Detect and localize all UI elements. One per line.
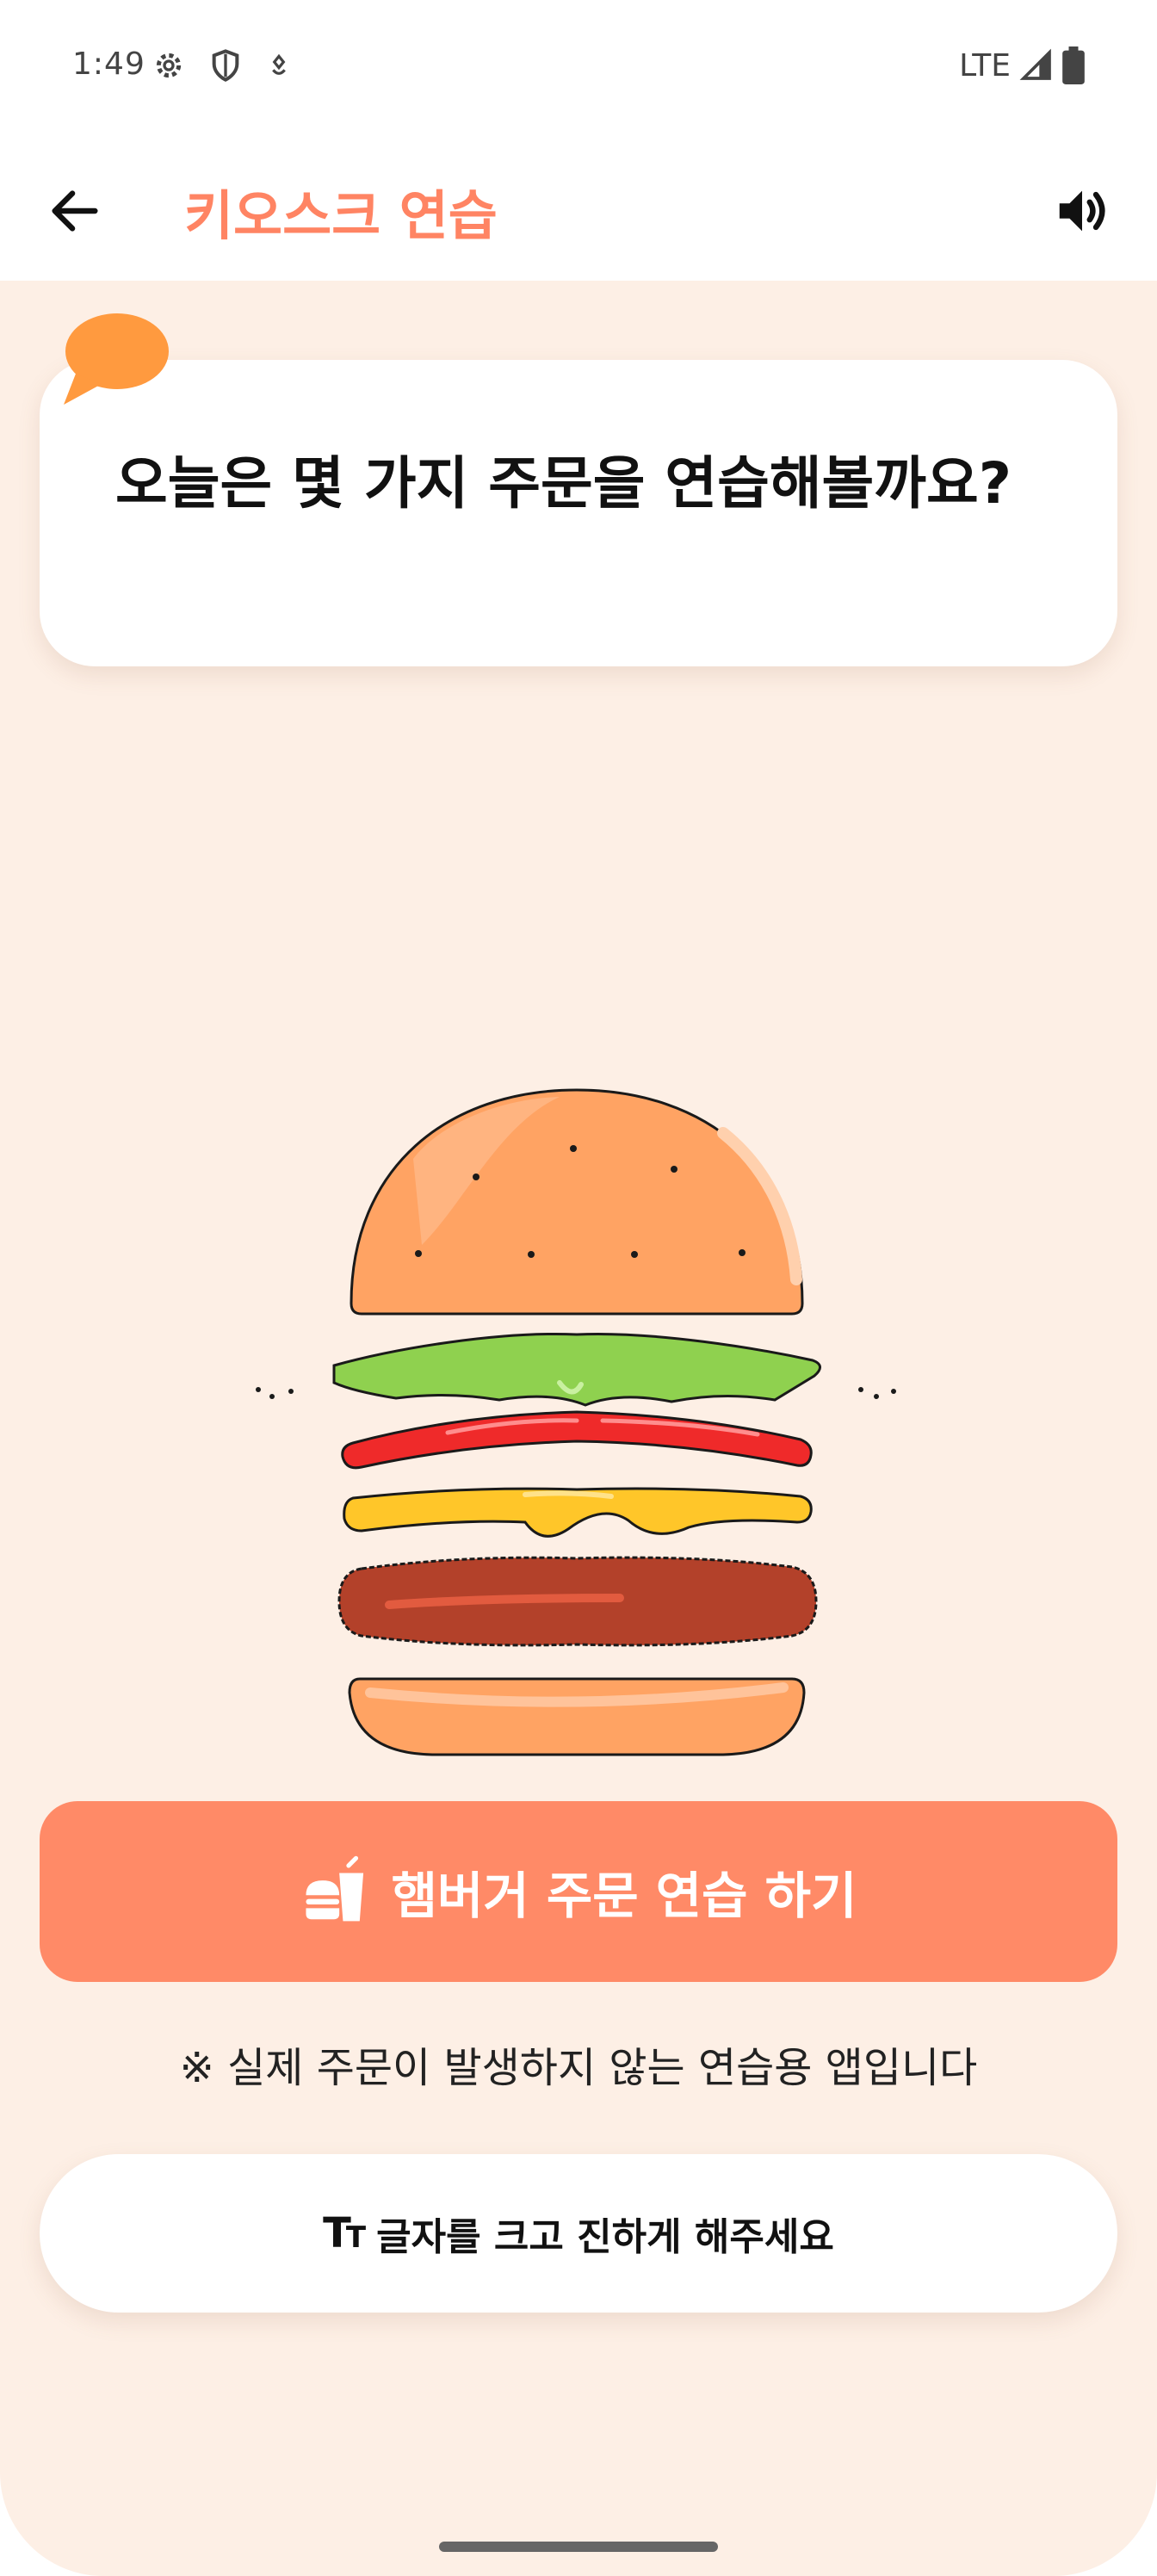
burger-illustration: [256, 1088, 896, 1756]
signal-icon: [1019, 48, 1051, 80]
back-button[interactable]: [45, 181, 105, 241]
burger-drink-icon: [306, 1855, 363, 1922]
arrow-left-icon: [52, 190, 98, 232]
text-size-icon: TT: [323, 2209, 366, 2257]
location-icon: [272, 53, 286, 75]
main-content: 오늘은 몇 가지 주문을 연습해볼까요? 햄버거 주문 연습 하기 ※ 실제 주…: [0, 281, 1157, 2576]
app-bar: 키오스크 연습: [0, 138, 1157, 281]
status-time: 1:49: [72, 46, 145, 82]
speaker-icon: [1059, 190, 1105, 232]
large-text-button[interactable]: TT 글자를 크고 진하게 해주세요: [40, 2154, 1117, 2313]
large-text-label: 글자를 크고 진하게 해주세요: [376, 2215, 834, 2259]
gear-icon: [156, 53, 182, 78]
question-card: 오늘은 몇 가지 주문을 연습해볼까요?: [40, 360, 1117, 666]
status-right: LTE: [959, 46, 1085, 84]
home-indicator[interactable]: [439, 2542, 718, 2552]
speech-bubble-icon: [64, 313, 169, 405]
shield-icon: [212, 49, 239, 82]
burger-order-practice-button[interactable]: 햄버거 주문 연습 하기: [40, 1801, 1117, 1982]
page-title: 키오스크 연습: [184, 184, 498, 247]
status-icons-left: [152, 48, 293, 83]
network-type: LTE: [959, 47, 1011, 84]
practice-notice: ※ 실제 주문이 발생하지 않는 연습용 앱입니다: [179, 2044, 978, 2092]
burger-order-practice-label: 햄버거 주문 연습 하기: [391, 1867, 857, 1925]
battery-icon: [1062, 46, 1085, 84]
question-text: 오늘은 몇 가지 주문을 연습해볼까요?: [115, 450, 1012, 517]
status-bar: 1:49 LTE: [0, 0, 1157, 138]
speaker-button[interactable]: [1052, 181, 1112, 241]
